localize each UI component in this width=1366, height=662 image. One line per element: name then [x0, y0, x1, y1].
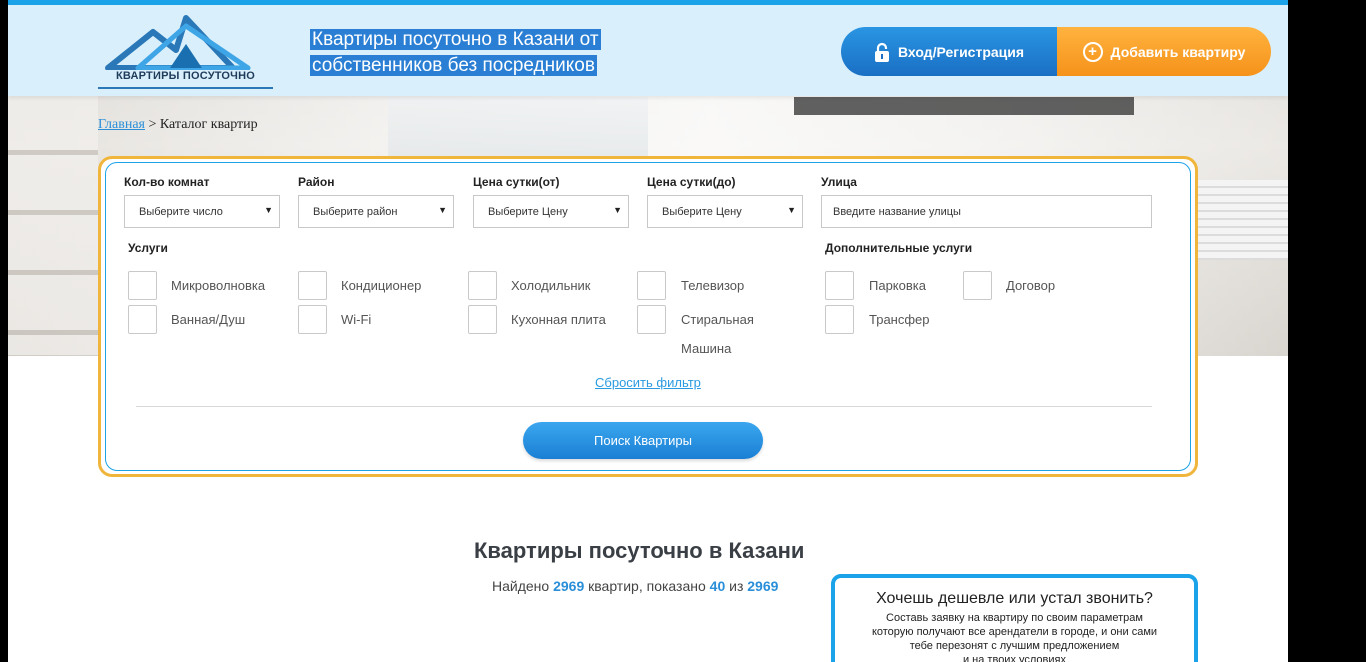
- price-from-select-value: Выберите Цену: [488, 206, 568, 218]
- hero-picture-frame: [794, 97, 1134, 115]
- breadcrumb: Главная > Каталог квартир: [98, 117, 258, 133]
- checkbox-parking[interactable]: [825, 271, 854, 300]
- price-to-select[interactable]: Выберите Цену ▼: [647, 195, 803, 228]
- district-label: Район: [298, 175, 335, 189]
- price-from-select[interactable]: Выберите Цену ▼: [473, 195, 629, 228]
- breadcrumb-current: Каталог квартир: [159, 117, 258, 132]
- checkbox-air-conditioner[interactable]: [298, 271, 327, 300]
- checkbox-wifi[interactable]: [298, 305, 327, 334]
- washing-machine-label-line1: Стиральная: [681, 312, 754, 327]
- login-register-label: Вход/Регистрация: [897, 43, 1025, 60]
- district-select[interactable]: Выберите район ▼: [298, 195, 454, 228]
- of-word: из: [729, 578, 744, 594]
- bathroom-label: Ванная/Душ: [171, 312, 246, 327]
- tagline-line-1: Квартиры посуточно в Казани от: [310, 29, 601, 50]
- street-input[interactable]: Введите название улицы: [821, 195, 1152, 228]
- tv-label: Телевизор: [681, 278, 745, 293]
- logo-underline: [98, 87, 273, 89]
- microwave-label: Микроволновка: [171, 278, 266, 293]
- extra-services-title: Дополнительные услуги: [825, 241, 973, 255]
- shown-count: 40: [709, 578, 726, 594]
- page: КВАРТИРЫ ПОСУТОЧНО Квартиры посуточно в …: [8, 0, 1288, 662]
- checkbox-tv[interactable]: [637, 271, 666, 300]
- promo-title: Хочешь дешевле или устал звонить?: [876, 590, 1153, 607]
- rooms-select[interactable]: Выберите число ▼: [124, 195, 280, 228]
- checkbox-bathroom[interactable]: [128, 305, 157, 334]
- logo-text: КВАРТИРЫ ПОСУТОЧНО: [116, 70, 255, 82]
- checkbox-microwave[interactable]: [128, 271, 157, 300]
- services-title: Услуги: [128, 241, 168, 255]
- air-conditioner-label: Кондиционер: [341, 278, 422, 293]
- dropdown-arrow-icon: ▼: [438, 205, 447, 215]
- dropdown-arrow-icon: ▼: [264, 205, 273, 215]
- login-register-button[interactable]: Вход/Регистрация: [841, 27, 1057, 76]
- promo-line-1: Составь заявку на квартиру по своим пара…: [886, 612, 1143, 624]
- contract-label: Договор: [1006, 278, 1056, 293]
- price-to-label: Цена сутки(до): [647, 175, 736, 189]
- mountains-logo-icon: [105, 15, 251, 71]
- washing-machine-label-line2: Машина: [681, 341, 732, 356]
- found-prefix: Найдено: [492, 578, 550, 594]
- promo-line-3: тебе перезонят с лучшим предложением: [909, 640, 1120, 652]
- breadcrumb-home-link[interactable]: Главная: [98, 117, 145, 132]
- transfer-label: Трансфер: [869, 312, 930, 327]
- street-input-placeholder: Введите название улицы: [833, 206, 961, 218]
- promo-box[interactable]: Хочешь дешевле или устал звонить? Состав…: [831, 574, 1198, 662]
- add-apartment-label: Добавить квартиру: [1110, 43, 1246, 60]
- street-label: Улица: [821, 175, 857, 189]
- checkbox-washing-machine[interactable]: [637, 305, 666, 334]
- filter-divider: [136, 406, 1152, 407]
- promo-line-2: которую получают все арендатели в городе…: [871, 626, 1158, 638]
- dropdown-arrow-icon: ▼: [787, 205, 796, 215]
- plus-circle-icon: +: [1082, 41, 1103, 62]
- hero-radiator: [1198, 180, 1288, 260]
- price-to-select-value: Выберите Цену: [662, 206, 742, 218]
- found-total: 2969: [553, 578, 585, 594]
- parking-label: Парковка: [869, 278, 926, 293]
- breadcrumb-separator: >: [148, 117, 157, 132]
- site-tagline: Квартиры посуточно в Казани от собственн…: [310, 27, 601, 79]
- wifi-label: Wi-Fi: [341, 312, 372, 327]
- fridge-label: Холодильник: [511, 278, 591, 293]
- site-header: КВАРТИРЫ ПОСУТОЧНО Квартиры посуточно в …: [8, 5, 1288, 96]
- price-from-label: Цена сутки(от): [473, 175, 560, 189]
- dropdown-arrow-icon: ▼: [613, 205, 622, 215]
- found-mid: квартир, показано: [588, 578, 706, 594]
- rooms-label: Кол-во комнат: [124, 175, 210, 189]
- lock-icon: [874, 42, 889, 62]
- district-select-value: Выберите район: [313, 206, 398, 218]
- reset-filter-link[interactable]: Сбросить фильтр: [595, 375, 701, 390]
- total-count: 2969: [747, 578, 779, 594]
- tagline-line-2: собственников без посредников: [310, 55, 597, 76]
- promo-text: Составь заявку на квартиру по своим пара…: [835, 611, 1194, 662]
- checkbox-transfer[interactable]: [825, 305, 854, 334]
- promo-line-4: и на твоих условиях: [962, 654, 1066, 662]
- rooms-select-value: Выберите число: [139, 206, 223, 218]
- checkbox-contract[interactable]: [963, 271, 992, 300]
- site-logo[interactable]: КВАРТИРЫ ПОСУТОЧНО: [98, 14, 273, 89]
- checkbox-fridge[interactable]: [468, 271, 497, 300]
- stove-label: Кухонная плита: [511, 312, 606, 327]
- add-apartment-button[interactable]: + Добавить квартиру: [1057, 27, 1271, 76]
- checkbox-stove[interactable]: [468, 305, 497, 334]
- page-title: Квартиры посуточно в Казани: [474, 538, 805, 563]
- search-apartments-button[interactable]: Поиск Квартиры: [523, 422, 763, 459]
- hero-shelf: [8, 95, 98, 355]
- results-count: Найдено 2969 квартир, показано 40 из 296…: [492, 578, 778, 594]
